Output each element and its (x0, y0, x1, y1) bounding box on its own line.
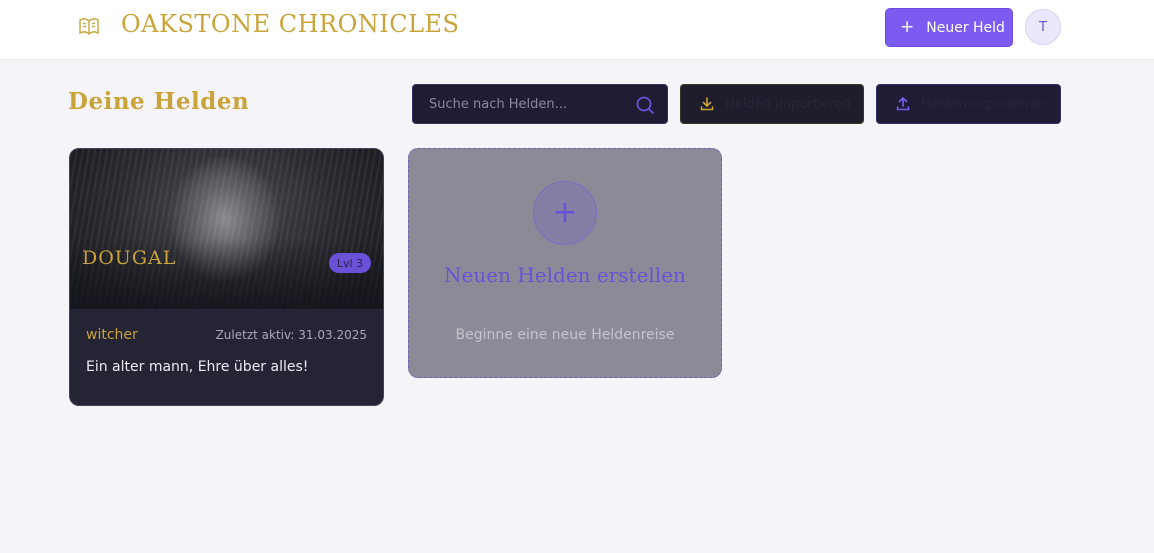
top-bar: OAKSTONE CHRONICLES + Neuer Held T (0, 0, 1154, 60)
download-icon (700, 97, 714, 111)
app-title: OAKSTONE CHRONICLES (121, 10, 460, 38)
hero-portrait (70, 149, 383, 309)
page-title: Deine Helden (68, 88, 250, 115)
export-heroes-button[interactable]: Helden exportieren (876, 84, 1061, 124)
create-hero-card[interactable]: + Neuen Helden erstellen Beginne eine ne… (408, 148, 722, 378)
new-hero-button[interactable]: + Neuer Held (885, 8, 1013, 47)
create-hero-title: Neuen Helden erstellen (444, 263, 686, 287)
search-icon[interactable] (635, 95, 655, 115)
hero-last-active: Zuletzt aktiv: 31.03.2025 (215, 328, 367, 342)
hero-name: DOUGAL (82, 247, 177, 269)
search-input[interactable] (413, 85, 628, 123)
user-avatar[interactable]: T (1025, 9, 1061, 45)
book-icon (77, 14, 101, 38)
plus-icon: + (533, 181, 597, 245)
export-heroes-label: Helden exportieren (921, 96, 1047, 112)
search-box (412, 84, 668, 124)
hero-class: witcher (86, 327, 138, 343)
hero-card[interactable]: DOUGAL Lvl 3 witcher Zuletzt aktiv: 31.0… (69, 148, 384, 406)
create-hero-subtitle: Beginne eine neue Heldenreise (455, 327, 675, 343)
plus-icon: + (900, 17, 915, 37)
import-heroes-button[interactable]: Helden importieren (680, 84, 864, 124)
hero-level-badge: Lvl 3 (329, 253, 371, 273)
import-heroes-label: Helden importieren (725, 96, 851, 112)
hero-description: Ein alter mann, Ehre über alles! (86, 359, 309, 375)
upload-icon (896, 97, 910, 111)
new-hero-button-label: Neuer Held (926, 19, 1005, 36)
